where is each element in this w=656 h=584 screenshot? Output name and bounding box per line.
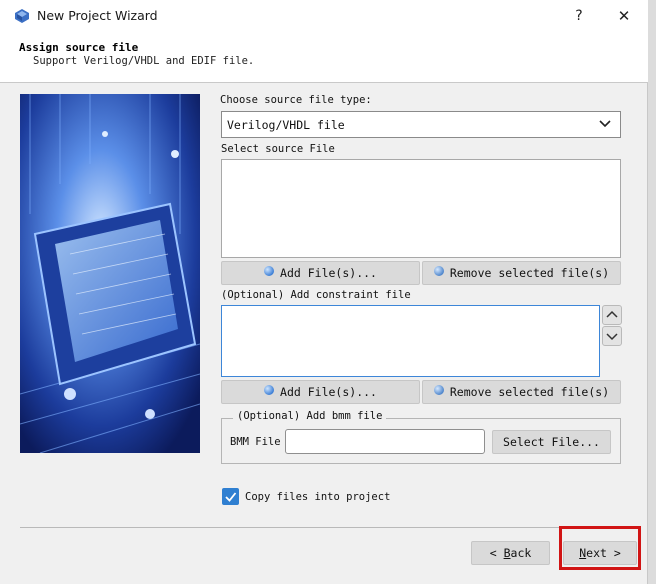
copy-files-checkbox[interactable] (222, 488, 239, 505)
add-constraint-files-button[interactable]: Add File(s)... (221, 380, 420, 404)
source-type-value: Verilog/VHDL file (227, 118, 345, 132)
app-logo-icon (15, 9, 29, 23)
add-icon (264, 384, 275, 395)
close-button[interactable]: ✕ (606, 2, 642, 30)
source-type-label: Choose source file type: (220, 94, 372, 106)
constraint-file-list[interactable] (221, 305, 600, 377)
wizard-header: Assign source file Support Verilog/VHDL … (0, 32, 648, 83)
source-file-list[interactable] (221, 159, 621, 258)
move-up-button[interactable] (602, 305, 622, 325)
select-bmm-file-button[interactable]: Select File... (492, 430, 611, 454)
chevron-down-icon (599, 120, 611, 128)
add-source-files-label: Add File(s)... (280, 266, 377, 280)
wizard-window: New Project Wizard ? ✕ Assign source fil… (0, 0, 648, 584)
back-button[interactable]: < Back (471, 541, 550, 565)
add-constraint-files-label: Add File(s)... (280, 385, 377, 399)
remove-icon (433, 384, 444, 395)
chevron-down-icon (606, 333, 618, 341)
add-icon (264, 265, 275, 276)
highlight-box (559, 526, 641, 570)
bmm-file-input[interactable] (285, 429, 485, 454)
remove-icon (433, 265, 444, 276)
source-file-label: Select source File (221, 143, 335, 155)
source-type-select[interactable]: Verilog/VHDL file (221, 111, 621, 138)
remove-constraint-files-label: Remove selected file(s) (449, 385, 610, 399)
footer-divider (20, 527, 622, 528)
page-title: Assign source file (19, 41, 139, 54)
add-source-files-button[interactable]: Add File(s)... (221, 261, 420, 285)
page-subtitle: Support Verilog/VHDL and EDIF file. (33, 55, 255, 67)
bmm-group-title: (Optional) Add bmm file (233, 410, 387, 422)
title-bar: New Project Wizard ? ✕ (0, 0, 648, 32)
move-down-button[interactable] (602, 326, 622, 346)
help-button[interactable]: ? (566, 2, 592, 30)
chevron-up-icon (606, 310, 618, 318)
remove-source-files-button[interactable]: Remove selected file(s) (422, 261, 621, 285)
checkmark-icon (225, 492, 237, 502)
bmm-field-label: BMM File (230, 436, 281, 448)
remove-constraint-files-button[interactable]: Remove selected file(s) (422, 380, 621, 404)
constraint-file-label: (Optional) Add constraint file (221, 289, 411, 301)
back-mnemonic: B (503, 546, 511, 560)
copy-files-label: Copy files into project (245, 491, 391, 503)
chip-banner-image (20, 94, 200, 453)
back-label: ack (510, 546, 532, 560)
window-title: New Project Wizard (37, 8, 158, 23)
back-arrow: < (489, 546, 497, 560)
remove-source-files-label: Remove selected file(s) (449, 266, 610, 280)
